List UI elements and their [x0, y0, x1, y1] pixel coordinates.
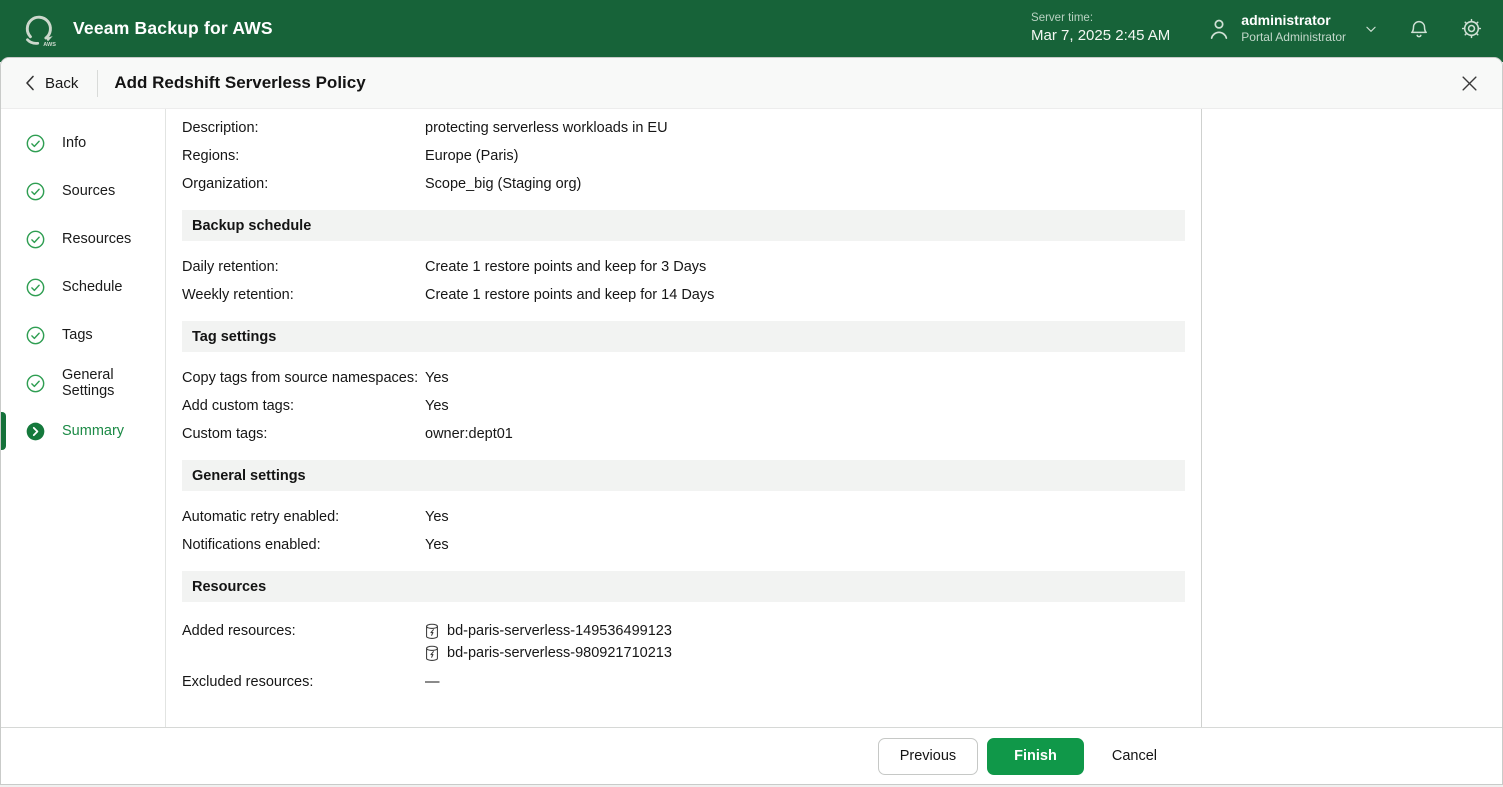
row-value: Create 1 restore points and keep for 3 D… [425, 259, 707, 275]
step-tags[interactable]: Tags [1, 311, 165, 359]
veeam-aws-logo-icon: AWS [20, 11, 58, 47]
summary-row-daily-retention: Daily retention: Create 1 restore points… [182, 253, 1185, 281]
step-resources[interactable]: Resources [1, 215, 165, 263]
row-label: Added resources: [182, 623, 296, 639]
settings-button[interactable] [1460, 17, 1483, 40]
notifications-button[interactable] [1408, 18, 1430, 40]
user-name: administrator [1241, 12, 1331, 29]
section-header-backup-schedule: Backup schedule [182, 210, 1185, 241]
close-icon [1461, 75, 1478, 92]
step-schedule[interactable]: Schedule [1, 263, 165, 311]
close-button[interactable] [1455, 69, 1484, 98]
user-role: Portal Administrator [1241, 29, 1346, 44]
step-label: Resources [62, 231, 132, 247]
row-value: Yes [425, 509, 449, 525]
finish-button[interactable]: Finish [987, 737, 1084, 775]
wizard-title: Add Redshift Serverless Policy [114, 73, 366, 92]
row-label: Automatic retry enabled: [182, 509, 340, 525]
app-header: AWS Veeam Backup for AWS Server time: Ma… [0, 0, 1503, 62]
svg-text:AWS: AWS [43, 42, 56, 47]
resource-name: bd-paris-serverless-980921710213 [447, 645, 672, 661]
server-time-label: Server time: [1031, 12, 1094, 25]
chevron-left-icon [25, 75, 35, 91]
user-menu[interactable]: administrator Portal Administrator [1206, 12, 1378, 45]
toolbar-divider [97, 69, 99, 97]
check-circle-icon [26, 374, 45, 393]
step-label: Sources [62, 183, 116, 199]
step-info[interactable]: Info [1, 119, 165, 167]
summary-row-automatic-retry: Automatic retry enabled: Yes [182, 503, 1185, 531]
chevron-down-icon [1364, 22, 1378, 36]
back-label: Back [45, 74, 79, 92]
back-button[interactable]: Back [19, 71, 84, 96]
check-circle-icon [26, 230, 45, 249]
gear-icon [1460, 17, 1483, 40]
user-icon [1206, 16, 1232, 42]
resource-item: bd-paris-serverless-980921710213 [425, 642, 672, 664]
row-value: Scope_big (Staging org) [425, 176, 582, 192]
summary-row-description: Description: protecting serverless workl… [182, 114, 1185, 142]
server-time-value: Mar 7, 2025 2:45 AM [1031, 27, 1171, 45]
step-general-settings[interactable]: General Settings [1, 359, 165, 407]
summary-row-notifications: Notifications enabled: Yes [182, 531, 1185, 559]
step-summary[interactable]: Summary [1, 407, 165, 455]
section-header-resources: Resources [182, 571, 1185, 602]
row-label: Copy tags from source namespaces: [182, 370, 419, 386]
brand: AWS Veeam Backup for AWS [20, 11, 273, 47]
summary-row-excluded-resources: Excluded resources: — [182, 668, 1185, 696]
row-label: Add custom tags: [182, 398, 295, 414]
wizard-toolbar: Back Add Redshift Serverless Policy [1, 58, 1502, 109]
summary-row-copy-tags: Copy tags from source namespaces: Yes [182, 364, 1185, 392]
row-label: Excluded resources: [182, 674, 314, 690]
row-value: Yes [425, 370, 449, 386]
check-circle-icon [26, 326, 45, 345]
row-label: Organization: [182, 176, 269, 192]
check-circle-icon [26, 278, 45, 297]
row-label: Regions: [182, 148, 240, 164]
previous-button[interactable]: Previous [877, 737, 979, 775]
wizard-footer: Previous Finish Cancel [1, 727, 1502, 784]
summary-row-weekly-retention: Weekly retention: Create 1 restore point… [182, 281, 1185, 309]
check-circle-icon [26, 134, 45, 153]
row-value: Yes [425, 537, 449, 553]
step-label: Summary [62, 423, 125, 439]
row-value: Create 1 restore points and keep for 14 … [425, 287, 715, 303]
section-header-tag-settings: Tag settings [182, 321, 1185, 352]
row-label: Weekly retention: [182, 287, 294, 303]
redshift-serverless-icon [425, 645, 439, 662]
wizard-panel: Back Add Redshift Serverless Policy Info… [0, 57, 1503, 785]
row-value: owner:dept01 [425, 426, 513, 442]
step-label: Tags [62, 327, 93, 343]
check-circle-icon [26, 182, 45, 201]
summary-content: Description: protecting serverless workl… [166, 109, 1202, 727]
row-value: Yes [425, 398, 449, 414]
summary-row-added-resources: Added resources: bd-paris-serverless-149… [182, 614, 1185, 664]
summary-row-regions: Regions: Europe (Paris) [182, 142, 1185, 170]
section-header-general-settings: General settings [182, 460, 1185, 491]
content-right-gutter [1202, 109, 1502, 727]
server-time: Server time: Mar 7, 2025 2:45 AM [1031, 11, 1170, 45]
resource-item: bd-paris-serverless-149536499123 [425, 620, 672, 642]
step-label: General Settings [62, 367, 115, 399]
row-value: protecting serverless workloads in EU [425, 120, 668, 136]
row-value: Europe (Paris) [425, 148, 519, 164]
row-label: Description: [182, 120, 259, 136]
step-label: Info [62, 135, 87, 151]
resource-name: bd-paris-serverless-149536499123 [447, 623, 672, 639]
arrow-circle-icon [26, 422, 45, 441]
step-sources[interactable]: Sources [1, 167, 165, 215]
app-title: Veeam Backup for AWS [73, 18, 273, 38]
cancel-button[interactable]: Cancel [1104, 738, 1165, 775]
row-label: Notifications enabled: [182, 537, 321, 553]
bell-icon [1408, 18, 1430, 40]
redshift-serverless-icon [425, 623, 439, 640]
summary-row-organization: Organization: Scope_big (Staging org) [182, 170, 1185, 198]
wizard-steps: Info Sources Resources Schedule Tags Gen… [1, 109, 166, 727]
row-value: — [425, 674, 440, 690]
row-label: Daily retention: [182, 259, 279, 275]
summary-row-add-custom-tags: Add custom tags: Yes [182, 392, 1185, 420]
summary-row-custom-tags: Custom tags: owner:dept01 [182, 420, 1185, 448]
row-label: Custom tags: [182, 426, 268, 442]
step-label: Schedule [62, 279, 123, 295]
